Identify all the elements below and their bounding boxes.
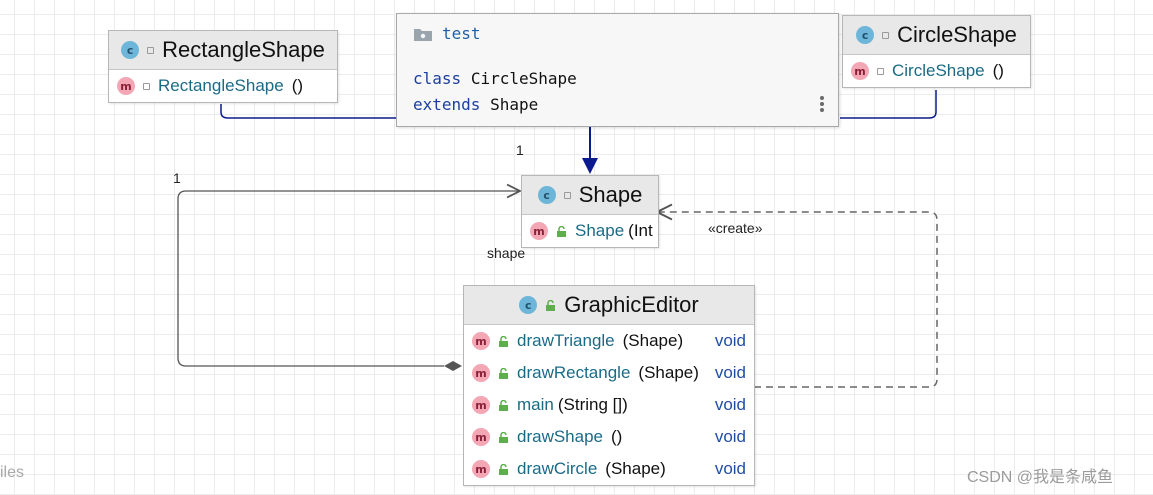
method-name: CircleShape bbox=[892, 61, 985, 80]
method-args: () bbox=[992, 61, 1004, 80]
keyword-extends: extends bbox=[413, 95, 481, 114]
method-icon: m bbox=[530, 222, 548, 240]
role-label: shape bbox=[487, 245, 526, 261]
class-header[interactable]: c Shape bbox=[522, 176, 658, 215]
public-lock-icon bbox=[499, 399, 508, 411]
multiplicity-left-label: 1 bbox=[173, 170, 181, 186]
method-name: drawTriangle bbox=[517, 331, 615, 350]
partial-panel-label: iles bbox=[0, 464, 25, 481]
class-title: CircleShape bbox=[897, 22, 1017, 47]
method-name: RectangleShape bbox=[158, 76, 284, 95]
method-name: Shape bbox=[575, 221, 625, 240]
method-name: main bbox=[517, 395, 554, 414]
inheritance-arrowhead bbox=[582, 158, 598, 174]
method-row-drawcircle[interactable]: m drawCircle (Shape) void bbox=[464, 453, 754, 485]
class-icon: c bbox=[519, 296, 538, 314]
class-header[interactable]: c CircleShape bbox=[843, 16, 1030, 55]
class-node-rectangleshape[interactable]: c RectangleShape m RectangleShape () bbox=[108, 30, 338, 103]
method-return-type: void bbox=[714, 395, 746, 414]
class-icon: c bbox=[537, 186, 556, 204]
class-title: Shape bbox=[578, 182, 643, 207]
class-header[interactable]: c GraphicEditor bbox=[464, 286, 754, 325]
popup-package-row: test bbox=[413, 24, 481, 43]
package-visibility-icon bbox=[877, 67, 884, 75]
method-row-main[interactable]: m main (String []) void bbox=[464, 389, 754, 421]
method-row[interactable]: m RectangleShape () bbox=[109, 70, 337, 102]
class-name: CircleShape bbox=[470, 69, 577, 88]
method-icon: m bbox=[472, 428, 490, 446]
package-name[interactable]: test bbox=[442, 24, 481, 43]
circle-inheritance-line bbox=[840, 90, 937, 119]
method-args: (String []) bbox=[557, 395, 628, 414]
create-label: «create» bbox=[708, 220, 763, 236]
public-lock-icon bbox=[499, 367, 508, 379]
public-lock-icon bbox=[557, 225, 566, 237]
class-node-graphiceditor[interactable]: c GraphicEditor m drawTriangle (Shape) v… bbox=[463, 285, 755, 486]
public-lock-icon bbox=[499, 463, 508, 475]
static-method-icon: m bbox=[472, 396, 490, 414]
method-args: (Int bbox=[628, 221, 653, 240]
class-title: GraphicEditor bbox=[564, 292, 699, 317]
quick-doc-popup[interactable]: test class CircleShape extends Shape bbox=[396, 13, 839, 127]
method-name: drawShape bbox=[517, 427, 604, 446]
method-icon: m bbox=[472, 332, 490, 350]
keyword-class: class bbox=[413, 69, 462, 88]
method-icon: m bbox=[472, 364, 490, 382]
method-row-drawrectangle[interactable]: m drawRectangle (Shape) void bbox=[464, 357, 754, 389]
class-icon: c bbox=[856, 26, 875, 44]
package-visibility-icon bbox=[563, 191, 571, 199]
method-args: (Shape) bbox=[638, 363, 699, 382]
method-args: () bbox=[291, 76, 304, 95]
more-options-icon[interactable] bbox=[820, 94, 826, 114]
class-header[interactable]: c RectangleShape bbox=[109, 31, 337, 70]
method-icon: m bbox=[117, 77, 135, 95]
class-node-circleshape[interactable]: c CircleShape m CircleShape () bbox=[842, 15, 1031, 88]
class-title: RectangleShape bbox=[162, 37, 325, 62]
public-lock-icon bbox=[499, 335, 508, 347]
multiplicity-top-label: 1 bbox=[516, 142, 524, 158]
method-args: (Shape) bbox=[622, 331, 684, 350]
superclass-name: Shape bbox=[490, 95, 539, 114]
method-args: (Shape) bbox=[605, 459, 666, 478]
method-return-type: void bbox=[714, 459, 746, 478]
class-icon: c bbox=[121, 41, 140, 59]
class-node-shape[interactable]: c Shape m Shape (Int bbox=[521, 175, 659, 248]
method-row[interactable]: m Shape (Int bbox=[522, 215, 658, 247]
method-icon: m bbox=[851, 62, 869, 80]
public-lock-icon bbox=[499, 431, 508, 443]
popup-signature: class CircleShape extends Shape bbox=[413, 66, 577, 118]
package-visibility-icon bbox=[882, 31, 890, 39]
method-return-type: void bbox=[714, 427, 746, 446]
package-folder-icon bbox=[414, 28, 432, 41]
method-return-type: void bbox=[714, 363, 746, 382]
method-row-drawtriangle[interactable]: m drawTriangle (Shape) void bbox=[464, 325, 754, 357]
composition-diamond bbox=[444, 361, 462, 371]
method-args: () bbox=[611, 427, 623, 446]
public-lock-icon bbox=[546, 299, 556, 311]
watermark: CSDN @我是条咸鱼 bbox=[967, 469, 1114, 486]
method-icon: m bbox=[472, 460, 490, 478]
method-name: drawRectangle bbox=[517, 363, 631, 382]
method-name: drawCircle bbox=[517, 459, 598, 478]
method-row[interactable]: m CircleShape () bbox=[843, 55, 1030, 87]
rectangle-inheritance-line bbox=[220, 104, 396, 119]
package-visibility-icon bbox=[147, 46, 155, 54]
package-visibility-icon bbox=[143, 82, 150, 90]
method-return-type: void bbox=[714, 331, 746, 350]
method-row-drawshape[interactable]: m drawShape () void bbox=[464, 421, 754, 453]
